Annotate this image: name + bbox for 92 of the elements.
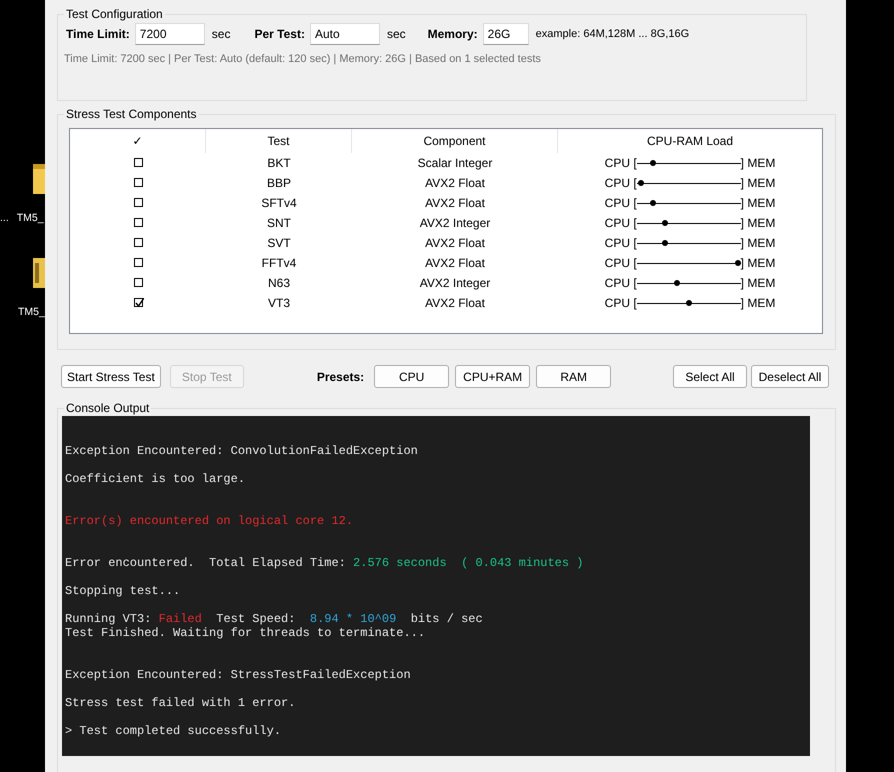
- test-name: SFTv4: [260, 195, 298, 212]
- console-text: Test Speed:: [215, 612, 296, 626]
- console-text: 8.94 * 10^09: [310, 612, 396, 626]
- checkbox[interactable]: [134, 298, 142, 307]
- component-name: Scalar Integer: [416, 155, 494, 172]
- console-text: 2.576 seconds ( 0.043 minutes ): [353, 556, 584, 570]
- checkbox[interactable]: [134, 278, 142, 287]
- load-label: ] MEM: [740, 235, 776, 252]
- console-text: Error encountered. Total Elapsed Time:: [65, 556, 347, 570]
- load-label: CPU [: [604, 195, 637, 212]
- unit-label: sec: [212, 26, 230, 43]
- file-icon[interactable]: [32, 163, 45, 195]
- test-name: SNT: [266, 215, 292, 232]
- input-field[interactable]: 7200: [134, 23, 205, 45]
- load-label: ] MEM: [740, 215, 776, 232]
- load-knob[interactable]: [734, 260, 741, 266]
- load-label: CPU [: [604, 275, 637, 292]
- preset-button[interactable]: CPU+RAM: [455, 365, 530, 388]
- column-header[interactable]: CPU-RAM Load: [558, 129, 822, 153]
- checkbox[interactable]: [134, 178, 142, 187]
- checkbox[interactable]: [134, 158, 142, 167]
- console-text: Test Finished. Waiting for threads to terminate...: [65, 626, 426, 640]
- preset-button[interactable]: CPU: [374, 365, 450, 388]
- unit-label: sec: [386, 26, 406, 43]
- load-label: CPU [: [604, 155, 637, 172]
- test-name: FFTv4: [260, 255, 298, 272]
- load-label: CPU [: [604, 215, 637, 232]
- load-label: ] MEM: [740, 295, 776, 312]
- load-label: ] MEM: [740, 175, 776, 192]
- load-knob[interactable]: [686, 300, 692, 306]
- test-name: SVT: [266, 235, 292, 252]
- checkbox[interactable]: [134, 238, 142, 247]
- load-label: CPU [: [604, 255, 637, 272]
- icon-label[interactable]: TM5_: [16, 211, 44, 227]
- test-name: BKT: [266, 155, 292, 172]
- deselect-all-button[interactable]: Deselect All: [751, 365, 829, 388]
- checkbox[interactable]: [134, 218, 142, 227]
- icon-label[interactable]: TM5_: [18, 305, 45, 321]
- console-text: > Test completed successfully.: [65, 724, 282, 738]
- group-title: Console Output: [65, 401, 150, 415]
- summary-text: Time Limit: 7200 sec | Per Test: Auto (default: 120 sec) | Memory: 26G | Based on 1 selected tests: [64, 52, 542, 67]
- load-knob[interactable]: [638, 180, 644, 186]
- load-label: ] MEM: [740, 195, 776, 212]
- test-name: N63: [266, 275, 291, 292]
- component-name: AVX2 Integer: [418, 215, 492, 232]
- load-label: CPU [: [604, 235, 637, 252]
- load-knob[interactable]: [650, 160, 656, 166]
- input-field[interactable]: Auto: [310, 23, 380, 45]
- console-text: Coefficient is too large.: [65, 472, 246, 486]
- checkbox[interactable]: [134, 198, 142, 207]
- field-label: Time Limit:: [66, 26, 130, 43]
- preset-button[interactable]: RAM: [536, 365, 612, 388]
- load-knob[interactable]: [662, 240, 668, 246]
- select-all-button[interactable]: Select All: [673, 365, 747, 388]
- console-text: Running VT3:: [65, 612, 152, 626]
- console-text: Failed: [158, 612, 202, 626]
- archive-file-icon[interactable]: [32, 257, 45, 289]
- console-text: Exception Encountered: ConvolutionFailedException: [65, 444, 418, 458]
- component-name: AVX2 Float: [424, 235, 486, 252]
- console-text: Exception Encountered: StressTestFailedException: [65, 668, 411, 682]
- field-label: Per Test:: [254, 26, 305, 43]
- checkbox[interactable]: [134, 258, 142, 267]
- presets-label: Presets:: [316, 368, 364, 386]
- component-name: AVX2 Float: [424, 175, 486, 192]
- component-name: AVX2 Float: [424, 195, 486, 212]
- console-text: Error(s) encountered on logical core 12.: [65, 514, 354, 528]
- component-name: AVX2 Float: [424, 255, 486, 272]
- column-header[interactable]: ✓: [70, 129, 206, 153]
- load-label: ] MEM: [740, 155, 776, 172]
- load-label: ] MEM: [740, 275, 776, 292]
- console-text: Stress test failed with 1 error.: [65, 696, 296, 710]
- load-knob[interactable]: [674, 280, 680, 286]
- load-label: CPU [: [604, 175, 637, 192]
- component-name: AVX2 Integer: [418, 275, 492, 292]
- icon-label[interactable]: ...: [0, 211, 9, 227]
- test-name: BBP: [266, 175, 292, 192]
- test-name: VT3: [266, 295, 291, 312]
- component-name: AVX2 Float: [424, 295, 486, 312]
- start-button[interactable]: Start Stress Test: [61, 365, 161, 388]
- column-header[interactable]: Test: [206, 129, 352, 153]
- group-title: Stress Test Components: [65, 107, 198, 121]
- column-header[interactable]: Component: [352, 129, 558, 153]
- group-title: Test Configuration: [65, 7, 164, 21]
- input-field[interactable]: 26G: [482, 23, 529, 45]
- load-knob[interactable]: [650, 200, 656, 206]
- console-text: bits / sec: [410, 612, 483, 626]
- load-label: ] MEM: [740, 255, 776, 272]
- load-label: CPU [: [604, 295, 637, 312]
- unit-label: example: 64M,128M ... 8G,16G: [536, 26, 690, 42]
- field-label: Memory:: [428, 26, 478, 43]
- load-knob[interactable]: [662, 220, 668, 226]
- console-text: Stopping test...: [65, 584, 180, 598]
